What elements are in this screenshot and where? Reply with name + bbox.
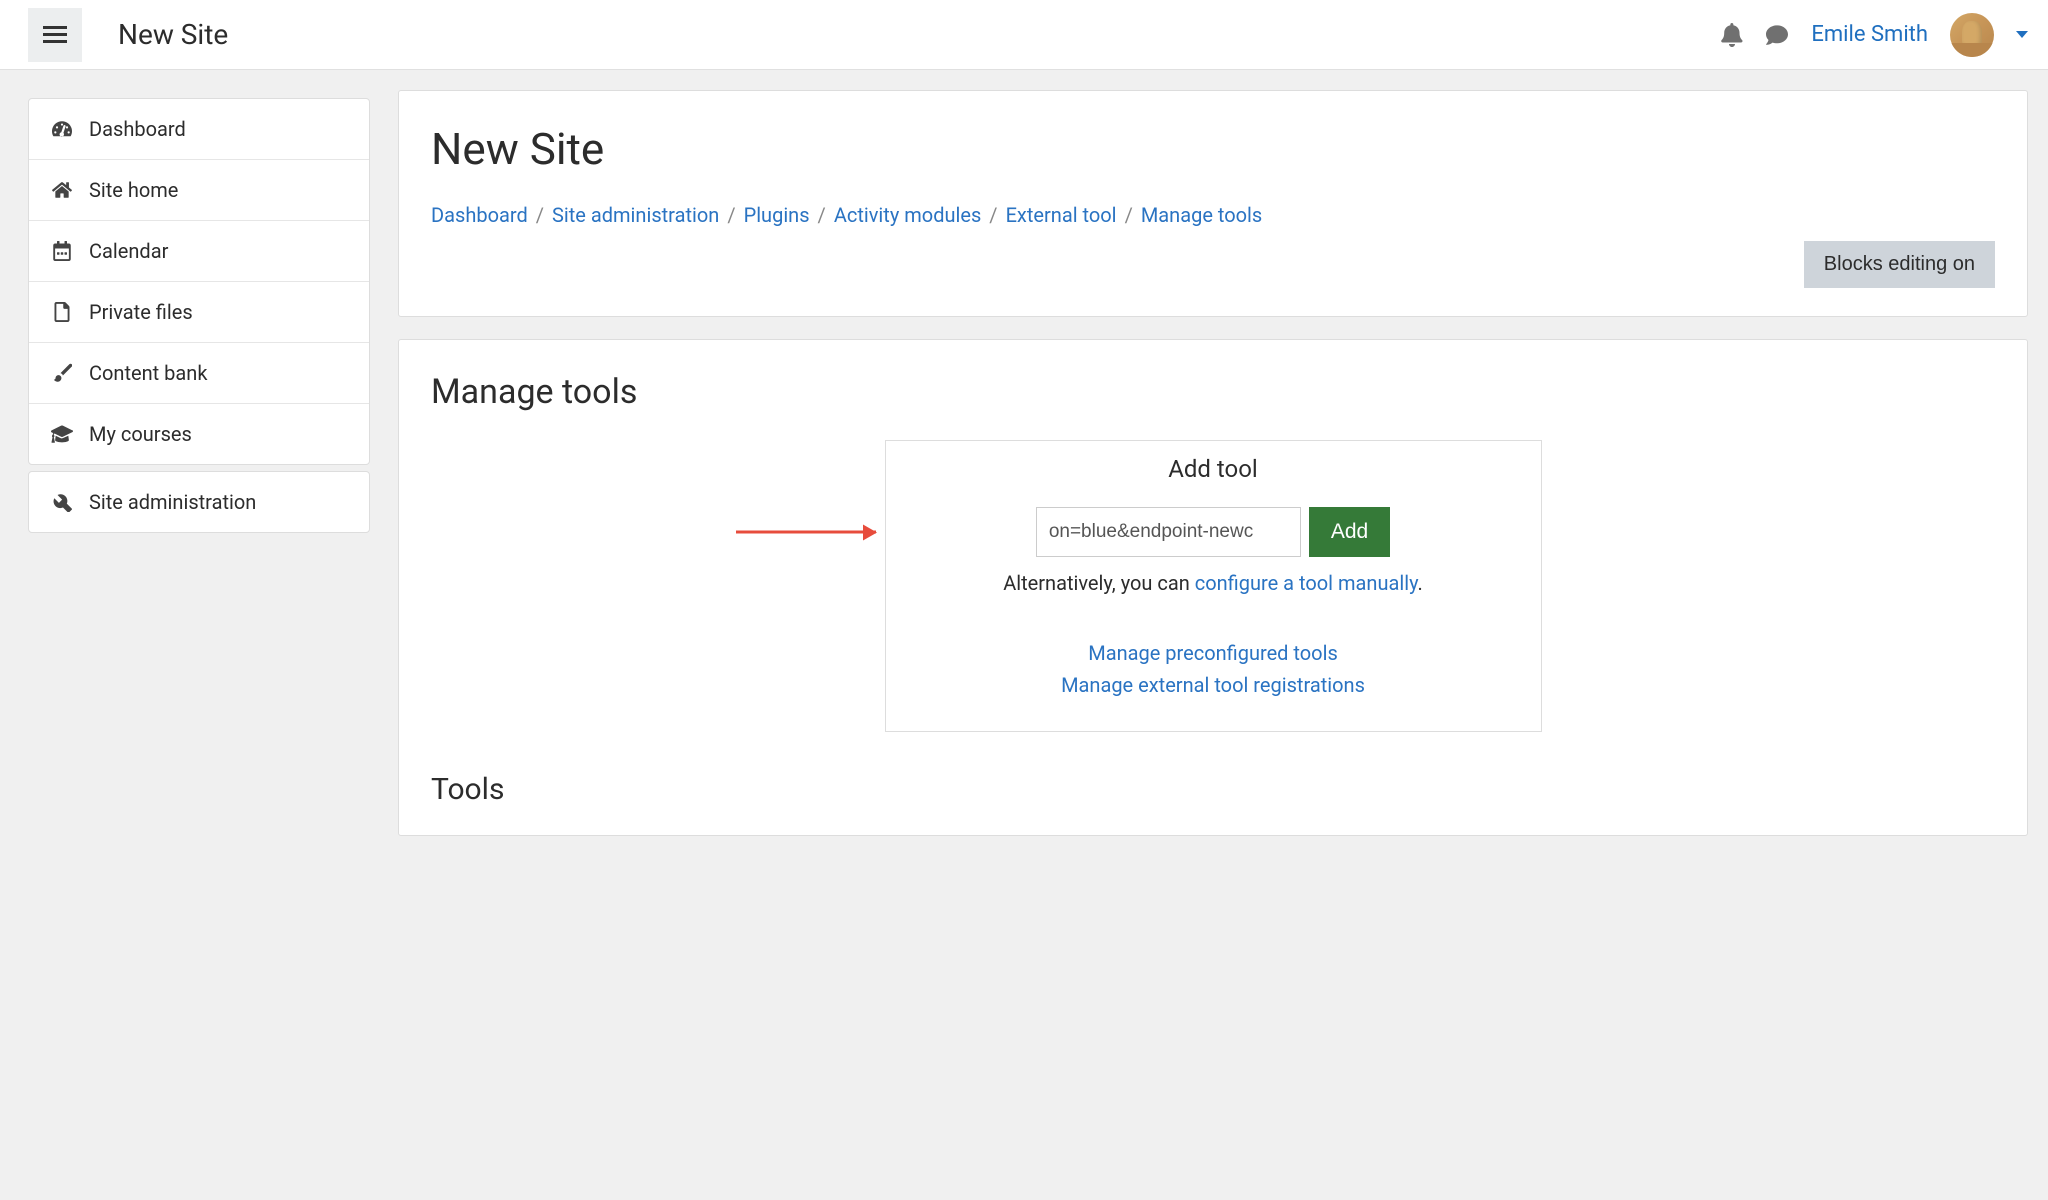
breadcrumb-link[interactable]: Site administration bbox=[552, 203, 719, 227]
tool-url-input[interactable] bbox=[1036, 507, 1301, 557]
manage-tools-card: Manage tools Add tool Add Alternatively,… bbox=[398, 339, 2028, 836]
nav-block-admin: Site administration bbox=[28, 471, 370, 533]
user-name-link[interactable]: Emile Smith bbox=[1811, 22, 1928, 47]
sidebar-item-calendar[interactable]: Calendar bbox=[29, 221, 369, 282]
breadcrumb-link[interactable]: External tool bbox=[1006, 203, 1117, 227]
calendar-icon bbox=[51, 241, 73, 261]
sidebar-item-label: My courses bbox=[89, 422, 192, 446]
brush-icon bbox=[51, 363, 73, 383]
annotation-arrow bbox=[736, 531, 876, 534]
alt-text: Alternatively, you can configure a tool … bbox=[906, 571, 1521, 595]
page-header-card: New Site Dashboard/ Site administration/… bbox=[398, 90, 2028, 317]
breadcrumb-link[interactable]: Plugins bbox=[744, 203, 810, 227]
sidebar-item-dashboard[interactable]: Dashboard bbox=[29, 99, 369, 160]
sidebar: Dashboard Site home Calendar Private fil… bbox=[0, 70, 398, 878]
breadcrumb-link[interactable]: Dashboard bbox=[431, 203, 528, 227]
add-tool-title: Add tool bbox=[906, 455, 1521, 483]
avatar[interactable] bbox=[1950, 13, 1994, 57]
sidebar-item-label: Site home bbox=[89, 178, 178, 202]
sidebar-item-site-admin[interactable]: Site administration bbox=[29, 472, 369, 532]
breadcrumb-link[interactable]: Activity modules bbox=[834, 203, 981, 227]
breadcrumb: Dashboard/ Site administration/ Plugins/… bbox=[431, 203, 1995, 227]
notifications-icon[interactable] bbox=[1721, 23, 1743, 47]
sidebar-item-content-bank[interactable]: Content bank bbox=[29, 343, 369, 404]
blocks-editing-button[interactable]: Blocks editing on bbox=[1804, 241, 1995, 288]
sidebar-item-label: Dashboard bbox=[89, 117, 186, 141]
nav-toggle-button[interactable] bbox=[28, 8, 82, 62]
sidebar-item-my-courses[interactable]: My courses bbox=[29, 404, 369, 464]
sidebar-item-label: Content bank bbox=[89, 361, 207, 385]
nav-block-main: Dashboard Site home Calendar Private fil… bbox=[28, 98, 370, 465]
sidebar-item-label: Site administration bbox=[89, 490, 256, 514]
graduation-cap-icon bbox=[51, 425, 73, 443]
breadcrumb-current[interactable]: Manage tools bbox=[1141, 203, 1262, 227]
content-area: New Site Dashboard/ Site administration/… bbox=[398, 70, 2048, 878]
home-icon bbox=[51, 181, 73, 199]
dashboard-icon bbox=[51, 119, 73, 139]
sidebar-item-label: Calendar bbox=[89, 239, 168, 263]
page-title: New Site bbox=[431, 123, 1995, 175]
sidebar-item-site-home[interactable]: Site home bbox=[29, 160, 369, 221]
topbar: New Site Emile Smith bbox=[0, 0, 2048, 70]
manage-registrations-link[interactable]: Manage external tool registrations bbox=[906, 669, 1521, 701]
manage-tools-heading: Manage tools bbox=[431, 372, 1995, 412]
tools-heading: Tools bbox=[431, 772, 1995, 807]
sidebar-item-private-files[interactable]: Private files bbox=[29, 282, 369, 343]
manage-preconfigured-link[interactable]: Manage preconfigured tools bbox=[906, 637, 1521, 669]
add-tool-panel: Add tool Add Alternatively, you can conf… bbox=[885, 440, 1542, 732]
add-button[interactable]: Add bbox=[1309, 507, 1390, 557]
sidebar-item-label: Private files bbox=[89, 300, 193, 324]
user-menu-caret[interactable] bbox=[2016, 31, 2028, 38]
file-icon bbox=[51, 302, 73, 322]
configure-manually-link[interactable]: configure a tool manually bbox=[1195, 571, 1418, 595]
hamburger-icon bbox=[43, 22, 67, 47]
messages-icon[interactable] bbox=[1765, 24, 1789, 46]
site-title: New Site bbox=[118, 18, 1721, 51]
wrench-icon bbox=[51, 492, 73, 512]
